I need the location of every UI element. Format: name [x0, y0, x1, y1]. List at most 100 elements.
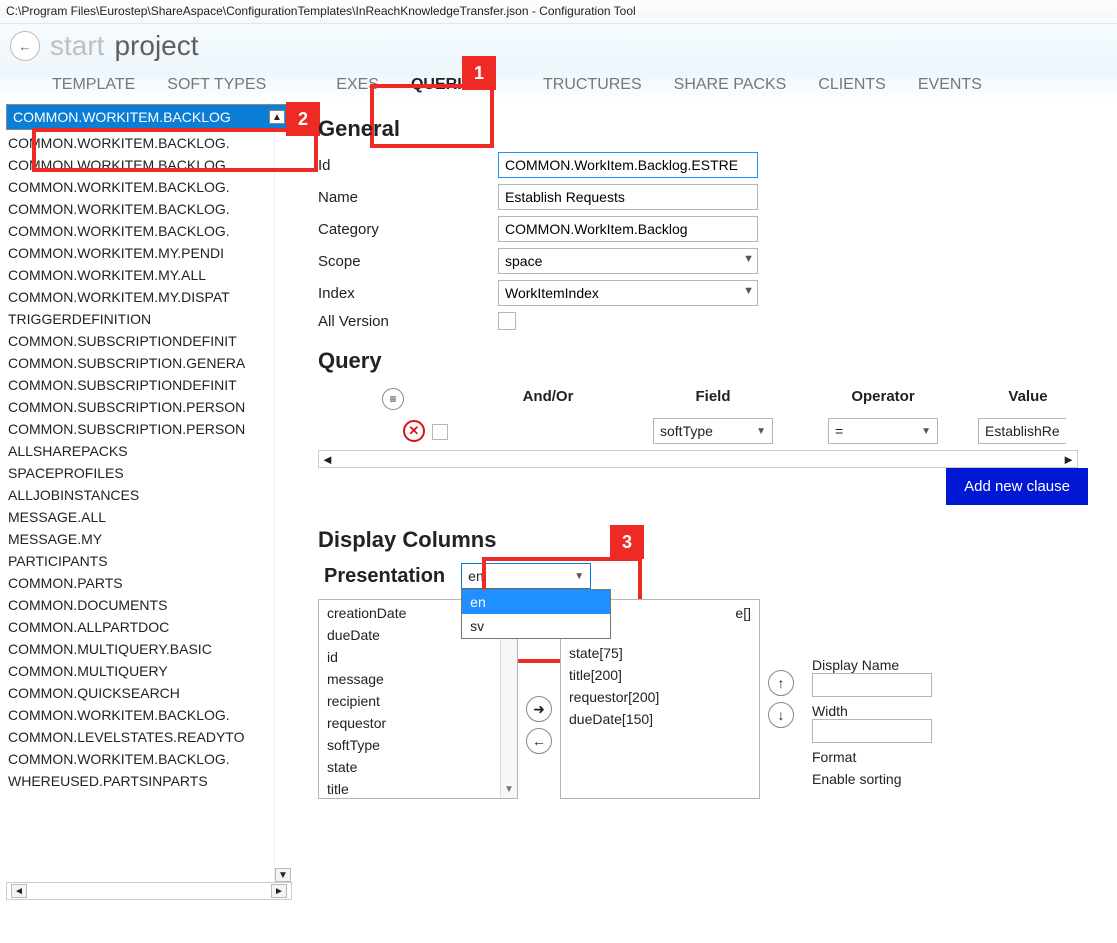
move-left-button[interactable]: ← — [526, 728, 552, 754]
sidebar-item[interactable]: COMMON.ALLPARTDOC — [6, 616, 274, 638]
sidebar-item[interactable]: COMMON.SUBSCRIPTIONDEFINIT — [6, 374, 274, 396]
list-item[interactable]: state — [319, 756, 517, 778]
column-header-field: Field — [628, 388, 798, 410]
label-scope: Scope — [318, 253, 498, 270]
sidebar-item[interactable]: COMMON.QUICKSEARCH — [6, 682, 274, 704]
sidebar-item[interactable]: SPACEPROFILES — [6, 462, 274, 484]
sidebar-item[interactable]: COMMON.SUBSCRIPTION.PERSON — [6, 418, 274, 440]
clause-field-select[interactable]: softType ▼ — [653, 418, 773, 444]
breadcrumb-start[interactable]: start — [50, 30, 104, 62]
scope-value[interactable] — [498, 248, 758, 274]
sidebar-item[interactable]: COMMON.WORKITEM.BACKLOG. — [6, 132, 274, 154]
sidebar-item[interactable]: COMMON.WORKITEM.MY.PENDI — [6, 242, 274, 264]
tab-structures[interactable]: TRUCTURES — [513, 72, 644, 98]
sidebar-item[interactable]: ALLSHAREPACKS — [6, 440, 274, 462]
move-down-button[interactable]: ↓ — [768, 702, 794, 728]
sidebar-selected-header[interactable]: COMMON.WORKITEM.BACKLOG ▲ — [6, 104, 292, 130]
sidebar-item[interactable]: WHEREUSED.PARTSINPARTS — [6, 770, 274, 792]
list-item[interactable]: title — [319, 778, 517, 799]
sidebar-item[interactable]: MESSAGE.MY — [6, 528, 274, 550]
sidebar-item[interactable]: COMMON.WORKITEM.MY.ALL — [6, 264, 274, 286]
sidebar-item[interactable]: ALLJOBINSTANCES — [6, 484, 274, 506]
arrow-left-icon: ← — [19, 39, 32, 54]
back-button[interactable]: ← — [10, 31, 40, 61]
sidebar-list[interactable]: COMMON.WORKITEM.BACKLOG.COMMON.WORKITEM.… — [6, 130, 274, 882]
clause-field-value: softType — [660, 423, 713, 439]
breadcrumb-project[interactable]: project — [114, 30, 198, 62]
clause-value-input[interactable]: EstablishRe — [978, 418, 1066, 444]
move-right-button[interactable]: ➜ — [526, 696, 552, 722]
tab-events[interactable]: EVENTS — [916, 72, 984, 98]
move-up-button[interactable]: ↑ — [768, 670, 794, 696]
section-heading-display-columns: Display Columns — [318, 527, 1117, 553]
presentation-language-dropdown[interactable]: en sv — [461, 589, 611, 639]
column-header-andor: And/Or — [468, 388, 628, 410]
query-horizontal-scrollbar[interactable]: ◄ ► — [318, 450, 1078, 468]
sidebar-item[interactable]: COMMON.LEVELSTATES.READYTO — [6, 726, 274, 748]
scroll-left-icon[interactable]: ◄ — [11, 884, 27, 898]
sidebar-item[interactable]: MESSAGE.ALL — [6, 506, 274, 528]
tab-indexes[interactable]: EXES — [296, 72, 381, 98]
clause-operator-select[interactable]: =▼ — [828, 418, 938, 444]
lang-option-en[interactable]: en — [462, 590, 610, 614]
sidebar-item[interactable]: COMMON.WORKITEM.BACKLOG. — [6, 198, 274, 220]
chevron-up-icon[interactable]: ▲ — [269, 110, 285, 124]
sidebar-item[interactable]: COMMON.SUBSCRIPTIONDEFINIT — [6, 330, 274, 352]
sidebar-item[interactable]: COMMON.MULTIQUERY — [6, 660, 274, 682]
name-field[interactable] — [498, 184, 758, 210]
list-item[interactable]: dueDate[150] — [561, 708, 759, 730]
chevron-down-icon: ▼ — [756, 426, 766, 437]
tab-soft-types[interactable]: SOFT TYPES — [165, 72, 268, 98]
scroll-left-icon[interactable]: ◄ — [321, 452, 334, 467]
scroll-right-icon[interactable]: ► — [271, 884, 287, 898]
chevron-down-icon: ▼ — [574, 571, 584, 582]
list-item[interactable]: softType — [319, 734, 517, 756]
presentation-language-select[interactable]: en ▼ en sv — [461, 563, 591, 589]
sidebar-selected-label: COMMON.WORKITEM.BACKLOG — [13, 109, 231, 125]
sidebar-item[interactable]: COMMON.SUBSCRIPTION.GENERA — [6, 352, 274, 374]
sidebar-horizontal-scrollbar[interactable]: ◄ ► — [6, 882, 292, 900]
list-item[interactable]: title[200] — [561, 664, 759, 686]
category-field[interactable] — [498, 216, 758, 242]
label-display-name: Display Name — [812, 657, 932, 673]
menu-icon[interactable]: ≡ — [382, 388, 404, 410]
all-version-checkbox[interactable] — [498, 312, 516, 330]
tab-share-packs[interactable]: SHARE PACKS — [672, 72, 789, 98]
sidebar-item[interactable]: COMMON.WORKITEM.BACKLOG. — [6, 176, 274, 198]
scope-select[interactable]: ▼ — [498, 248, 758, 274]
sidebar-item[interactable]: COMMON.WORKITEM.MY.DISPAT — [6, 286, 274, 308]
sidebar-item[interactable]: COMMON.WORKITEM.BACKLOG. — [6, 154, 274, 176]
list-item[interactable]: requestor[200] — [561, 686, 759, 708]
label-enable-sorting: Enable sorting — [812, 771, 932, 787]
clause-value-text: EstablishRe — [985, 423, 1060, 439]
sidebar-item[interactable]: COMMON.WORKITEM.BACKLOG. — [6, 704, 274, 726]
lang-option-sv[interactable]: sv — [462, 614, 610, 638]
index-value[interactable] — [498, 280, 758, 306]
list-item[interactable]: recipient — [319, 690, 517, 712]
list-item[interactable]: id — [319, 646, 517, 668]
list-item[interactable]: state[75] — [561, 642, 759, 664]
sidebar-item[interactable]: COMMON.WORKITEM.BACKLOG. — [6, 748, 274, 770]
tab-clients[interactable]: CLIENTS — [816, 72, 888, 98]
list-item[interactable]: message — [319, 668, 517, 690]
tab-template[interactable]: TEMPLATE — [50, 72, 137, 98]
label-all-version: All Version — [318, 313, 498, 330]
clause-checkbox[interactable] — [432, 424, 448, 440]
sidebar-item[interactable]: COMMON.SUBSCRIPTION.PERSON — [6, 396, 274, 418]
sidebar-item[interactable]: COMMON.DOCUMENTS — [6, 594, 274, 616]
sidebar-item[interactable]: PARTICIPANTS — [6, 550, 274, 572]
sidebar-item[interactable]: TRIGGERDEFINITION — [6, 308, 274, 330]
scroll-down-icon[interactable]: ▼ — [275, 868, 291, 882]
delete-clause-button[interactable]: ✕ — [403, 420, 425, 442]
presentation-label: Presentation — [324, 565, 445, 588]
index-select[interactable]: ▼ — [498, 280, 758, 306]
list-item[interactable]: requestor — [319, 712, 517, 734]
display-name-field[interactable] — [812, 673, 932, 697]
add-clause-button[interactable]: Add new clause — [946, 468, 1088, 505]
id-field[interactable] — [498, 152, 758, 178]
width-field[interactable] — [812, 719, 932, 743]
sidebar-item[interactable]: COMMON.MULTIQUERY.BASIC — [6, 638, 274, 660]
scroll-right-icon[interactable]: ► — [1062, 452, 1075, 467]
sidebar-item[interactable]: COMMON.WORKITEM.BACKLOG. — [6, 220, 274, 242]
sidebar-item[interactable]: COMMON.PARTS — [6, 572, 274, 594]
